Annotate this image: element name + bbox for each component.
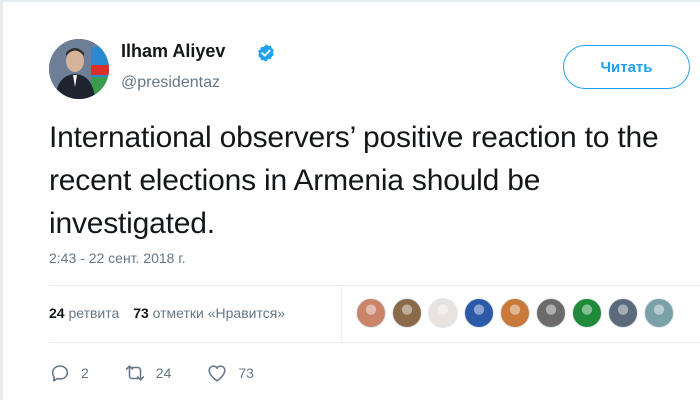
author-handle[interactable]: @presidentaz xyxy=(121,74,220,92)
like-button[interactable]: 73 xyxy=(206,362,254,384)
reply-count: 2 xyxy=(81,365,89,381)
heart-icon xyxy=(208,365,226,382)
likes-label: отметки «Нравится» xyxy=(152,305,286,321)
author-avatar[interactable] xyxy=(49,39,109,99)
likes-stat[interactable]: 73 отметки «Нравится» xyxy=(133,305,285,321)
liker-avatar[interactable] xyxy=(464,298,494,328)
liker-avatar[interactable] xyxy=(428,298,458,328)
divider xyxy=(49,342,700,343)
retweets-stat[interactable]: 24 ретвита xyxy=(49,305,119,321)
liker-avatar[interactable] xyxy=(572,298,602,328)
tweet-actions: 2 24 73 xyxy=(49,362,289,384)
tweet-timestamp[interactable]: 2:43 - 22 сент. 2018 г. xyxy=(49,250,186,266)
likes-count: 73 xyxy=(133,305,149,321)
retweet-count: 24 xyxy=(155,365,172,381)
liker-avatar[interactable] xyxy=(356,298,386,328)
reply-button[interactable]: 2 xyxy=(49,362,89,384)
retweets-label: ретвита xyxy=(68,305,120,321)
retweets-count: 24 xyxy=(49,305,65,321)
reply-icon xyxy=(51,365,69,382)
follow-button[interactable]: Читать xyxy=(563,45,690,89)
author-name[interactable]: Ilham Aliyev xyxy=(121,41,225,62)
divider xyxy=(49,285,700,286)
tweet-text: International observers’ positive reacti… xyxy=(49,121,659,240)
liker-avatar[interactable] xyxy=(644,298,674,328)
liker-avatar[interactable] xyxy=(536,298,566,328)
liker-avatars xyxy=(356,298,680,332)
liker-avatar[interactable] xyxy=(608,298,638,328)
tweet-stats: 24 ретвита 73 отметки «Нравится» xyxy=(49,305,295,321)
liker-avatar[interactable] xyxy=(500,298,530,328)
like-count: 73 xyxy=(238,365,254,381)
window-left-border xyxy=(0,0,3,400)
window-top-border xyxy=(0,0,700,2)
retweet-button[interactable]: 24 xyxy=(124,362,172,384)
retweet-icon xyxy=(125,365,145,381)
verified-badge-icon xyxy=(258,44,274,62)
stats-separator xyxy=(341,287,342,341)
liker-avatar[interactable] xyxy=(392,298,422,328)
